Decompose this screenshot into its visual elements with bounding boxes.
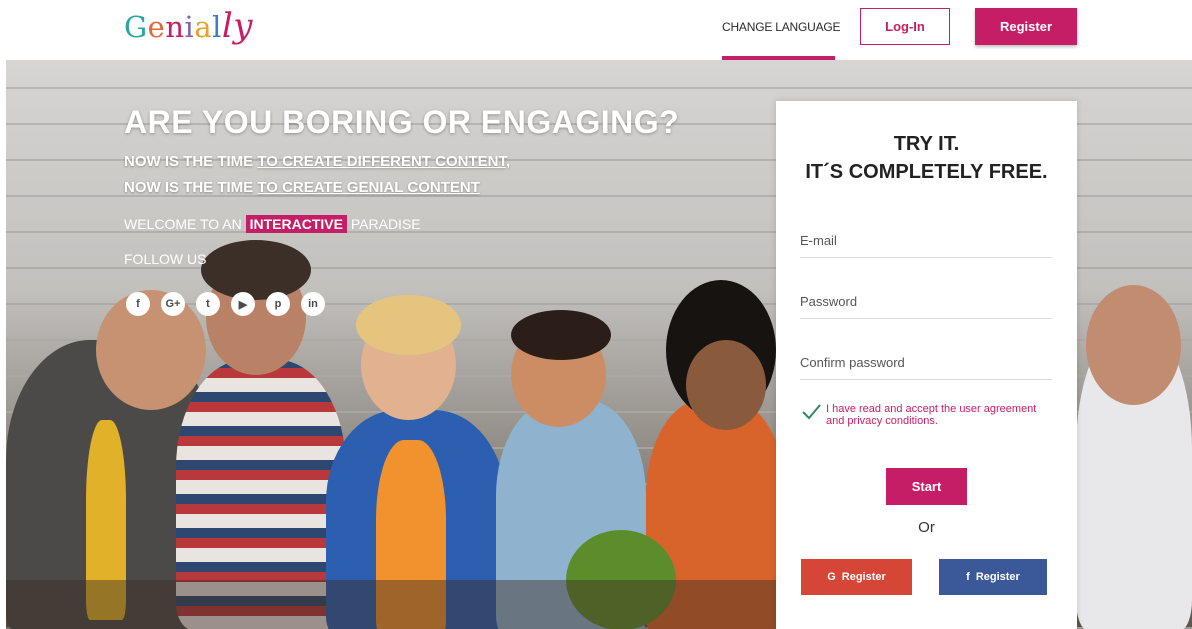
form-title-line-1: TRY IT.	[893, 133, 960, 155]
twitter-icon[interactable]: t	[196, 292, 220, 316]
subline-2-prefix: NOW IS THE TIME	[124, 179, 258, 196]
follow-us-label: FOLLOW US	[124, 251, 207, 267]
google-icon: G	[827, 571, 836, 583]
welcome-text: WELCOME TO AN INTERACTIVE PARADISE	[124, 215, 421, 233]
google-register-label: Register	[841, 571, 886, 583]
top-header: Genially CHANGE LANGUAGE Log-In Register	[0, 0, 1192, 60]
start-button[interactable]: Start	[886, 468, 967, 505]
subline-1-prefix: NOW IS THE TIME	[124, 153, 258, 170]
linkedin-icon[interactable]: in	[301, 292, 325, 316]
register-form-card: TRY IT. IT´S COMPLETELY FREE. I have rea…	[776, 101, 1077, 629]
login-button[interactable]: Log-In	[860, 8, 950, 45]
password-field[interactable]	[800, 290, 1052, 319]
register-button[interactable]: Register	[975, 8, 1077, 45]
facebook-icon: f	[966, 571, 970, 583]
hero-subline-1: NOW IS THE TIME TO CREATE DIFFERENT CONT…	[124, 153, 510, 170]
email-field[interactable]	[800, 229, 1052, 258]
subline-1-link[interactable]: TO CREATE DIFFERENT CONTENT,	[257, 153, 510, 170]
genially-logo[interactable]: Genially	[124, 6, 253, 46]
google-plus-icon[interactable]: G+	[161, 292, 185, 316]
form-title-line-2: IT´S COMPLETELY FREE.	[805, 161, 1048, 183]
facebook-register-button[interactable]: f Register	[939, 559, 1047, 595]
confirm-password-field[interactable]	[800, 351, 1052, 380]
pinterest-icon[interactable]: p	[266, 292, 290, 316]
checkmark-icon[interactable]	[800, 401, 822, 423]
facebook-register-label: Register	[975, 571, 1020, 583]
agreement-text[interactable]: I have read and accept the user agreemen…	[826, 403, 1056, 427]
welcome-prefix: WELCOME TO AN	[124, 216, 246, 232]
subline-2-link[interactable]: TO CREATE GENIAL CONTENT	[257, 179, 480, 196]
or-separator: Or	[918, 519, 935, 536]
youtube-icon[interactable]: ▶	[231, 292, 255, 316]
change-language-link[interactable]: CHANGE LANGUAGE	[722, 20, 841, 34]
welcome-suffix: PARADISE	[346, 216, 421, 232]
google-register-button[interactable]: G Register	[801, 559, 912, 595]
facebook-icon[interactable]: f	[126, 292, 150, 316]
hero-headline: ARE YOU BORING OR ENGAGING?	[124, 104, 680, 140]
welcome-highlight: INTERACTIVE	[245, 215, 347, 233]
hero-subline-2: NOW IS THE TIME TO CREATE GENIAL CONTENT	[124, 179, 480, 196]
